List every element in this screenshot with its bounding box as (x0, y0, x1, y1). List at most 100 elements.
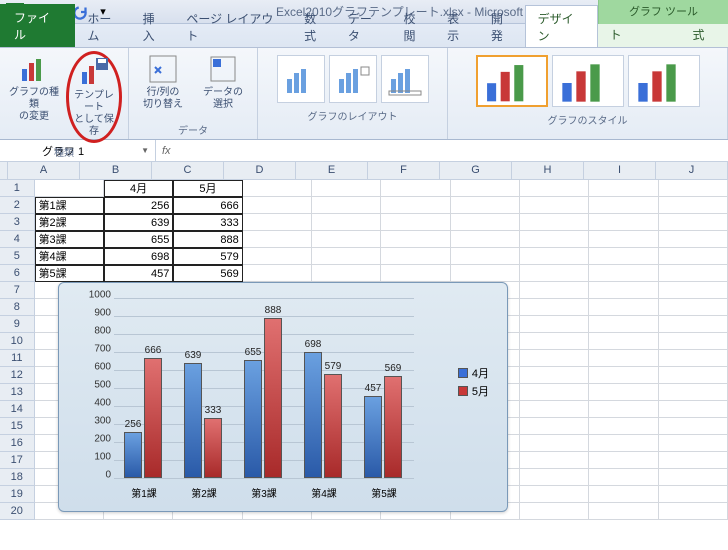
cell-I20[interactable] (589, 503, 658, 520)
col-header-G[interactable]: G (440, 162, 512, 180)
cell-J4[interactable] (659, 231, 728, 248)
tab-view[interactable]: 表示 (437, 6, 481, 47)
embedded-chart[interactable]: 01002003004005006007008009001000 2566666… (58, 282, 508, 512)
cell-J9[interactable] (659, 316, 728, 333)
cell-B6[interactable]: 457 (104, 265, 173, 282)
cell-J11[interactable] (659, 350, 728, 367)
cell-H4[interactable] (520, 231, 589, 248)
cell-B4[interactable]: 655 (104, 231, 173, 248)
cell-H1[interactable] (520, 180, 589, 197)
cell-I4[interactable] (589, 231, 658, 248)
cell-C1[interactable]: 5月 (173, 180, 242, 197)
cell-I5[interactable] (589, 248, 658, 265)
col-header-D[interactable]: D (224, 162, 296, 180)
col-header-E[interactable]: E (296, 162, 368, 180)
cell-I12[interactable] (589, 367, 658, 384)
cell-E6[interactable] (312, 265, 381, 282)
col-header-I[interactable]: I (584, 162, 656, 180)
cell-C3[interactable]: 333 (173, 214, 242, 231)
cell-H15[interactable] (520, 418, 589, 435)
row-header-11[interactable]: 11 (0, 350, 35, 367)
cell-G3[interactable] (451, 214, 520, 231)
row-header-10[interactable]: 10 (0, 333, 35, 350)
cell-H12[interactable] (520, 367, 589, 384)
cell-G6[interactable] (451, 265, 520, 282)
cell-H17[interactable] (520, 452, 589, 469)
tab-data[interactable]: データ (338, 6, 394, 47)
cell-H6[interactable] (520, 265, 589, 282)
cell-I11[interactable] (589, 350, 658, 367)
cell-A1[interactable] (35, 180, 104, 197)
cell-D4[interactable] (243, 231, 312, 248)
cell-D1[interactable] (243, 180, 312, 197)
row-header-5[interactable]: 5 (0, 248, 35, 265)
cell-J16[interactable] (659, 435, 728, 452)
cell-E4[interactable] (312, 231, 381, 248)
cell-G1[interactable] (451, 180, 520, 197)
cell-J12[interactable] (659, 367, 728, 384)
select-all-corner[interactable] (0, 162, 8, 180)
cell-H2[interactable] (520, 197, 589, 214)
cell-A5[interactable]: 第4課 (35, 248, 104, 265)
cell-I6[interactable] (589, 265, 658, 282)
cell-J8[interactable] (659, 299, 728, 316)
chart-style-3[interactable] (628, 55, 700, 107)
row-header-15[interactable]: 15 (0, 418, 35, 435)
cell-I8[interactable] (589, 299, 658, 316)
cell-A2[interactable]: 第1課 (35, 197, 104, 214)
cell-I10[interactable] (589, 333, 658, 350)
row-header-3[interactable]: 3 (0, 214, 35, 231)
row-header-16[interactable]: 16 (0, 435, 35, 452)
cell-H14[interactable] (520, 401, 589, 418)
change-chart-type-button[interactable]: グラフの種類 の変更 (6, 51, 62, 123)
cell-B3[interactable]: 639 (104, 214, 173, 231)
chevron-down-icon[interactable]: ▼ (141, 146, 149, 155)
cell-G5[interactable] (451, 248, 520, 265)
row-header-20[interactable]: 20 (0, 503, 35, 520)
cell-J17[interactable] (659, 452, 728, 469)
tab-file[interactable]: ファイル (0, 4, 75, 47)
cell-H20[interactable] (520, 503, 589, 520)
row-header-2[interactable]: 2 (0, 197, 35, 214)
cell-D5[interactable] (243, 248, 312, 265)
select-data-button[interactable]: データの 選択 (195, 51, 251, 111)
cell-J6[interactable] (659, 265, 728, 282)
tab-developer[interactable]: 開発 (481, 6, 525, 47)
row-header-6[interactable]: 6 (0, 265, 35, 282)
cell-I13[interactable] (589, 384, 658, 401)
tab-design[interactable]: デザイン (525, 5, 598, 47)
cell-J18[interactable] (659, 469, 728, 486)
cell-F5[interactable] (381, 248, 450, 265)
cell-I15[interactable] (589, 418, 658, 435)
cell-I2[interactable] (589, 197, 658, 214)
cell-I3[interactable] (589, 214, 658, 231)
cell-J19[interactable] (659, 486, 728, 503)
cell-H8[interactable] (520, 299, 589, 316)
cell-B1[interactable]: 4月 (104, 180, 173, 197)
tab-formulas[interactable]: 数式 (294, 6, 338, 47)
switch-row-col-button[interactable]: 行/列の 切り替え (135, 51, 191, 111)
row-header-14[interactable]: 14 (0, 401, 35, 418)
cell-E2[interactable] (312, 197, 381, 214)
cell-A3[interactable]: 第2課 (35, 214, 104, 231)
cell-H11[interactable] (520, 350, 589, 367)
cell-G4[interactable] (451, 231, 520, 248)
cell-J5[interactable] (659, 248, 728, 265)
cell-H10[interactable] (520, 333, 589, 350)
cell-J13[interactable] (659, 384, 728, 401)
row-header-9[interactable]: 9 (0, 316, 35, 333)
cell-J15[interactable] (659, 418, 728, 435)
cell-I7[interactable] (589, 282, 658, 299)
cell-I16[interactable] (589, 435, 658, 452)
cell-C4[interactable]: 888 (173, 231, 242, 248)
cell-J3[interactable] (659, 214, 728, 231)
cell-H13[interactable] (520, 384, 589, 401)
col-header-F[interactable]: F (368, 162, 440, 180)
cell-F1[interactable] (381, 180, 450, 197)
cell-F4[interactable] (381, 231, 450, 248)
cell-B2[interactable]: 256 (104, 197, 173, 214)
cell-A4[interactable]: 第3課 (35, 231, 104, 248)
col-header-H[interactable]: H (512, 162, 584, 180)
cell-D2[interactable] (243, 197, 312, 214)
row-header-4[interactable]: 4 (0, 231, 35, 248)
